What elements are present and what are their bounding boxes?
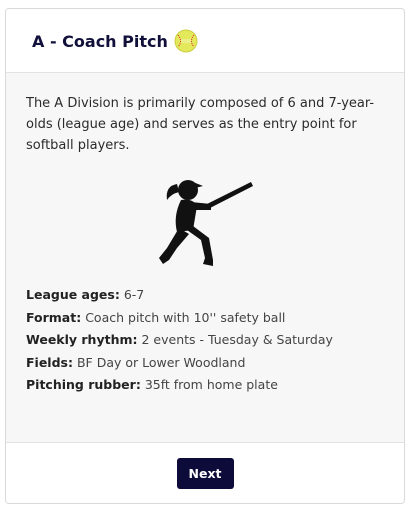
detail-weekly-rhythm: Weekly rhythm: 2 events - Tuesday & Satu… bbox=[26, 329, 384, 352]
division-description: The A Division is primarily composed of … bbox=[26, 96, 375, 153]
card-title: A - Coach Pitch bbox=[32, 32, 168, 51]
detail-format: Format: Coach pitch with 10'' safety bal… bbox=[26, 307, 384, 330]
detail-value: 35ft from home plate bbox=[144, 377, 278, 392]
detail-league-ages: League ages: 6-7 bbox=[26, 284, 384, 307]
detail-value: Coach pitch with 10'' safety ball bbox=[85, 309, 286, 325]
detail-label: Format: bbox=[26, 309, 82, 325]
batter-silhouette-icon bbox=[159, 180, 253, 266]
division-card: A - Coach Pitch The A Division is primar… bbox=[5, 8, 405, 504]
card-header: A - Coach Pitch bbox=[6, 9, 404, 73]
detail-fields: Fields: BF Day or Lower Woodland bbox=[26, 352, 384, 375]
detail-label: Weekly rhythm: bbox=[26, 332, 138, 347]
detail-value: 6-7 bbox=[123, 287, 145, 302]
detail-label: Fields: bbox=[26, 354, 73, 370]
detail-label: Pitching rubber: bbox=[26, 377, 141, 392]
next-button[interactable]: Next bbox=[176, 457, 234, 489]
softball-icon bbox=[174, 29, 198, 53]
card-body: The A Division is primarily composed of … bbox=[6, 73, 404, 445]
detail-pitching-rubber: Pitching rubber: 35ft from home plate bbox=[26, 374, 384, 397]
division-details: League ages: 6-7 Format: Coach pitch wit… bbox=[26, 284, 384, 397]
detail-value: 2 events - Tuesday & Saturday bbox=[141, 332, 333, 347]
illustration bbox=[26, 174, 384, 270]
detail-label: League ages: bbox=[26, 287, 120, 302]
card-footer: Next bbox=[6, 442, 404, 503]
detail-value: BF Day or Lower Woodland bbox=[76, 354, 246, 370]
